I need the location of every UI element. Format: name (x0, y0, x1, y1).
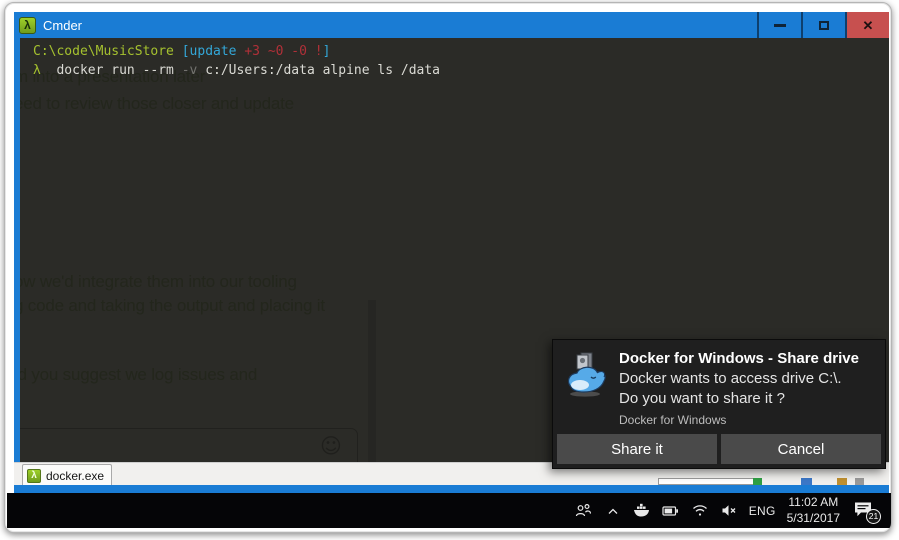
status-cell-orange (837, 478, 847, 485)
toast-body: Docker for Windows - Share drive Docker … (619, 350, 879, 427)
window-bottom-border (14, 485, 889, 493)
status-cell-blue (801, 478, 812, 485)
status-progress-box (658, 478, 761, 485)
toast-buttons: Share it Cancel (557, 434, 881, 464)
prompt-line: C:\code\MusicStore [update +3 ~0 -0 !] (20, 38, 889, 61)
git-status-counts: +3 ~0 -0 ! (244, 44, 322, 59)
lambda-prompt-icon: λ (33, 63, 41, 78)
status-cell-gray (855, 478, 864, 485)
toast-title: Docker for Windows - Share drive (619, 350, 879, 367)
git-branch-segment: [update (182, 44, 245, 59)
clock-time: 11:02 AM (787, 495, 840, 511)
share-it-button[interactable]: Share it (557, 434, 717, 464)
title-bar[interactable]: λ Cmder ✕ (14, 12, 889, 38)
ghost-scrollbar (368, 300, 376, 462)
language-indicator[interactable]: ENG (749, 504, 776, 518)
minimize-icon (774, 24, 786, 27)
cmder-app-icon: λ (19, 17, 36, 34)
ghost-smiley-icon: ☺ (320, 434, 342, 458)
tab-label: docker.exe (46, 469, 104, 483)
battery-icon[interactable] (662, 503, 680, 519)
maximize-button[interactable] (801, 12, 845, 38)
clock-date: 5/31/2017 (787, 511, 840, 527)
close-button[interactable]: ✕ (845, 12, 889, 38)
tab-lambda-icon: λ (27, 469, 41, 483)
ghost-text-line: ow we'd integrate them into our tooling (20, 272, 297, 292)
windows-taskbar: ENG 11:02 AM 5/31/2017 21 (7, 493, 891, 528)
volume-muted-icon[interactable] (720, 503, 738, 519)
toast-message-line2: Do you want to share it ? (619, 390, 879, 407)
git-bracket-close: ] (323, 44, 331, 59)
minimize-button[interactable] (757, 12, 801, 38)
notification-badge: 21 (866, 509, 881, 524)
command-line[interactable]: λ docker run --rm -v c:/Users:/data alpi… (20, 61, 889, 80)
tab-docker-exe[interactable]: λ docker.exe (22, 464, 112, 486)
ghost-text-line: g code and taking the output and placing… (20, 296, 325, 316)
ghost-text-line: ld you suggest we log issues and (20, 365, 257, 385)
status-cell-green (753, 478, 762, 485)
docker-tray-icon[interactable] (633, 503, 651, 519)
window-title: Cmder (43, 18, 82, 33)
close-icon: ✕ (863, 19, 874, 32)
caption-buttons: ✕ (757, 12, 889, 38)
clock[interactable]: 11:02 AM 5/31/2017 (787, 495, 840, 526)
docker-whale-icon (563, 351, 613, 404)
action-center-icon[interactable]: 21 (853, 501, 877, 521)
chevron-up-icon[interactable] (604, 503, 622, 519)
people-icon[interactable] (575, 503, 593, 519)
maximize-icon (819, 21, 829, 30)
wifi-icon[interactable] (691, 503, 709, 519)
ghost-text-line: eed to review those closer and update (20, 94, 294, 114)
toast-app-name: Docker for Windows (619, 413, 879, 427)
docker-toast-notification: Docker for Windows - Share drive Docker … (552, 339, 886, 469)
command-text: docker run --rm (41, 63, 182, 78)
ghost-input-box (20, 428, 358, 462)
screenshot-frame: λ Cmder ✕ m into a presentation later ee… (4, 2, 892, 533)
command-flag: -v (182, 63, 198, 78)
command-args: c:/Users:/data alpine ls /data (197, 63, 440, 78)
toast-message-line1: Docker wants to access drive C:\. (619, 370, 879, 387)
prompt-path: C:\code\MusicStore (33, 44, 182, 59)
cancel-button-toast[interactable]: Cancel (721, 434, 881, 464)
